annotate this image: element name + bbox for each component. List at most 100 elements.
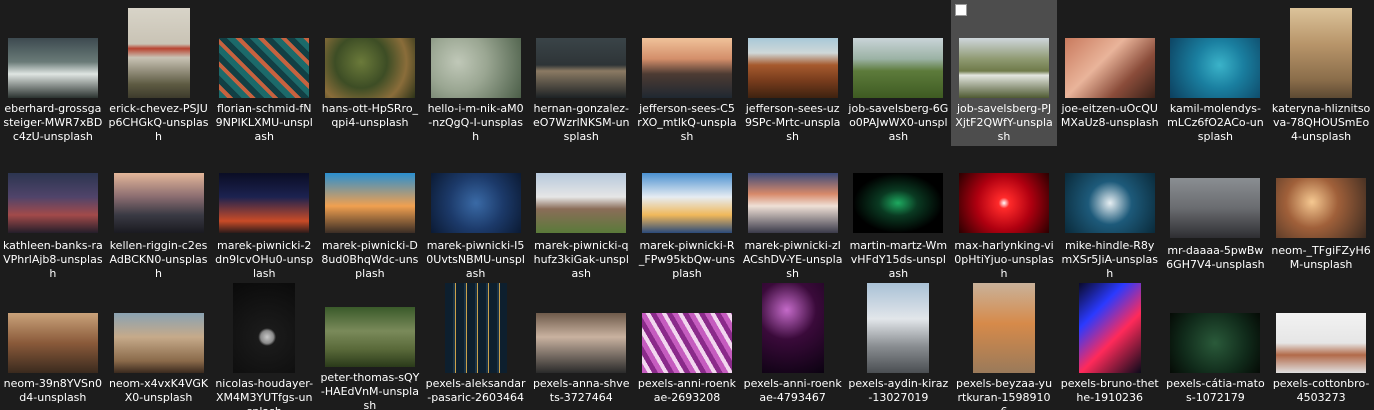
image-thumbnail bbox=[7, 38, 98, 98]
file-item[interactable]: kamil-molendys-mLCz6fO2ACo-unsplash bbox=[1163, 0, 1269, 146]
file-item[interactable]: job-savelsberg-6Go0PAJwWX0-unsplash bbox=[846, 0, 952, 146]
thumbnail-area bbox=[317, 4, 423, 98]
image-thumbnail bbox=[1276, 313, 1367, 373]
image-thumbnail bbox=[641, 38, 732, 98]
thumbnail-area bbox=[211, 4, 317, 98]
file-name: marek-piwnicki-2dn9lcvOHu0-unsplash bbox=[215, 239, 314, 279]
image-thumbnail bbox=[219, 38, 310, 98]
file-item[interactable]: joe-eitzen-uOcQUMXaUz8-unsplash bbox=[1057, 0, 1163, 146]
image-thumbnail bbox=[536, 313, 627, 373]
file-name: neom-39n8YVSn0d4-unsplash bbox=[3, 377, 102, 404]
file-name: florian-schmid-fN9NPIKLXMU-unsplash bbox=[215, 102, 313, 143]
file-name: pexels-aydin-kiraz-13027019 bbox=[848, 377, 949, 404]
file-item[interactable]: pexels-anna-shvets-3727464 bbox=[528, 279, 634, 410]
file-item[interactable]: mike-hindle-R8ymXSr5JiA-unsplash bbox=[1057, 146, 1163, 279]
file-item[interactable]: neom-39n8YVSn0d4-unsplash bbox=[0, 279, 106, 410]
image-thumbnail bbox=[127, 8, 190, 98]
file-item[interactable]: marek-piwnicki-zIACshDV-YE-unsplash bbox=[740, 146, 846, 279]
file-item[interactable]: jefferson-sees-uz9SPc-Mrtc-unsplash bbox=[740, 0, 846, 146]
thumbnail-area bbox=[951, 4, 1057, 98]
file-name: pexels-cottonbro-4503273 bbox=[1272, 377, 1370, 404]
file-name: kamil-molendys-mLCz6fO2ACo-unsplash bbox=[1167, 102, 1264, 143]
thumbnail-area bbox=[846, 283, 952, 373]
file-name: pexels-cátia-matos-1072179 bbox=[1166, 377, 1265, 404]
thumbnail-area bbox=[1057, 4, 1163, 98]
file-item[interactable]: marek-piwnicki-qhufz3kiGak-unsplash bbox=[528, 146, 634, 279]
file-name: erick-chevez-PSJUp6CHGkQ-unsplash bbox=[108, 102, 209, 143]
file-item[interactable]: job-savelsberg-PJXjtF2QWfY-unsplash bbox=[951, 0, 1057, 146]
thumbnail-area bbox=[634, 283, 740, 373]
file-item[interactable]: kathleen-banks-raVPhrlAjb8-unsplash bbox=[0, 146, 106, 279]
image-thumbnail bbox=[1290, 8, 1353, 98]
image-thumbnail bbox=[430, 38, 521, 98]
thumbnail-area bbox=[1163, 283, 1269, 373]
file-item[interactable]: hans-ott-HpSRro_qpi4-unsplash bbox=[317, 0, 423, 146]
file-item[interactable]: marek-piwnicki-R_FPw95kbQw-unsplash bbox=[634, 146, 740, 279]
file-name: job-savelsberg-6Go0PAJwWX0-unsplash bbox=[848, 102, 949, 143]
image-thumbnail bbox=[7, 313, 98, 373]
thumbnail-area bbox=[634, 150, 740, 235]
file-item[interactable]: pexels-beyzaa-yurtkuran-15989106 bbox=[951, 279, 1057, 410]
file-item[interactable]: pexels-anni-roenkae-2693208 bbox=[634, 279, 740, 410]
file-item[interactable]: martin-martz-WmvHFdY15ds-unsplash bbox=[846, 146, 952, 279]
thumbnail-area bbox=[317, 283, 423, 367]
file-name: jefferson-sees-C5rXO_mtlkQ-unsplash bbox=[637, 102, 737, 143]
image-thumbnail bbox=[324, 306, 415, 367]
image-thumbnail bbox=[1170, 313, 1261, 373]
image-thumbnail bbox=[536, 173, 627, 234]
file-name: peter-thomas-sQY-HAEdVnM-unsplash bbox=[320, 370, 420, 410]
thumbnail-area bbox=[106, 150, 212, 235]
file-item[interactable]: hernan-gonzalez-eO7WzrlNKSM-unsplash bbox=[528, 0, 634, 146]
file-item[interactable]: pexels-anni-roenkae-4793467 bbox=[740, 279, 846, 410]
select-checkbox[interactable] bbox=[955, 4, 968, 16]
file-item[interactable]: eberhard-grossgasteiger-MWR7xBDc4zU-unsp… bbox=[0, 0, 106, 146]
thumbnail-area bbox=[211, 150, 317, 235]
thumbnail-area bbox=[846, 4, 952, 98]
file-name: pexels-beyzaa-yurtkuran-15989106 bbox=[956, 377, 1053, 410]
file-item[interactable]: hello-i-m-nik-aM0-nzQgQ-I-unsplash bbox=[423, 0, 529, 146]
thumbnail-area bbox=[1268, 4, 1374, 98]
file-item[interactable]: marek-piwnicki-2dn9lcvOHu0-unsplash bbox=[211, 146, 317, 279]
file-item[interactable]: neom-x4vxK4VGKX0-unsplash bbox=[106, 279, 212, 410]
file-item[interactable]: mr-daaaa-5pwBw6GH7V4-unsplash bbox=[1163, 146, 1269, 279]
file-name: pexels-anni-roenkae-2693208 bbox=[637, 377, 737, 404]
file-name: martin-martz-WmvHFdY15ds-unsplash bbox=[849, 239, 948, 279]
thumbnail-area bbox=[106, 283, 212, 373]
image-thumbnail bbox=[7, 173, 98, 234]
file-item[interactable]: pexels-cottonbro-4503273 bbox=[1268, 279, 1374, 410]
file-item[interactable]: kateryna-hliznitsova-78QHOUSmEo4-unsplas… bbox=[1268, 0, 1374, 146]
image-thumbnail bbox=[113, 313, 204, 373]
file-name: pexels-anna-shvets-3727464 bbox=[532, 377, 630, 404]
file-item[interactable]: florian-schmid-fN9NPIKLXMU-unsplash bbox=[211, 0, 317, 146]
file-item[interactable]: neom-_TFgiFZyH6M-unsplash bbox=[1268, 146, 1374, 279]
file-name: neom-x4vxK4VGKX0-unsplash bbox=[108, 377, 209, 404]
file-item[interactable]: pexels-cátia-matos-1072179 bbox=[1163, 279, 1269, 410]
file-item[interactable]: erick-chevez-PSJUp6CHGkQ-unsplash bbox=[106, 0, 212, 146]
file-name: jefferson-sees-uz9SPc-Mrtc-unsplash bbox=[744, 102, 841, 143]
file-item[interactable]: max-harlynking-vi0pHtiYjuo-unsplash bbox=[951, 146, 1057, 279]
thumbnail-area bbox=[951, 283, 1057, 373]
file-item[interactable]: marek-piwnicki-D8ud0BhqWdc-unsplash bbox=[317, 146, 423, 279]
image-thumbnail bbox=[853, 38, 944, 98]
file-item[interactable]: marek-piwnicki-I50UvtsNBMU-unsplash bbox=[423, 146, 529, 279]
file-item[interactable]: kellen-riggin-c2esAdBCKN0-unsplash bbox=[106, 146, 212, 279]
file-name: neom-_TFgiFZyH6M-unsplash bbox=[1271, 244, 1371, 271]
file-item[interactable]: jefferson-sees-C5rXO_mtlkQ-unsplash bbox=[634, 0, 740, 146]
file-item[interactable]: pexels-aleksandar-pasaric-2603464 bbox=[423, 279, 529, 410]
thumbnail-area bbox=[740, 283, 846, 373]
image-thumbnail bbox=[641, 313, 732, 373]
thumbnail-area bbox=[1163, 150, 1269, 240]
thumbnail-area bbox=[740, 4, 846, 98]
thumbnail-area bbox=[423, 150, 529, 235]
thumbnail-area bbox=[423, 283, 529, 373]
file-item[interactable]: pexels-aydin-kiraz-13027019 bbox=[846, 279, 952, 410]
file-item[interactable]: peter-thomas-sQY-HAEdVnM-unsplash bbox=[317, 279, 423, 410]
image-thumbnail bbox=[1064, 173, 1155, 234]
file-item[interactable]: pexels-bruno-thethe-1910236 bbox=[1057, 279, 1163, 410]
file-name: pexels-aleksandar-pasaric-2603464 bbox=[425, 377, 526, 404]
file-item[interactable]: nicolas-houdayer-XM4M3YUTfgs-unsplash bbox=[211, 279, 317, 410]
file-name: kellen-riggin-c2esAdBCKN0-unsplash bbox=[109, 239, 208, 279]
file-name: marek-piwnicki-qhufz3kiGak-unsplash bbox=[533, 239, 629, 279]
image-thumbnail bbox=[113, 173, 204, 234]
thumbnail-area bbox=[634, 4, 740, 98]
